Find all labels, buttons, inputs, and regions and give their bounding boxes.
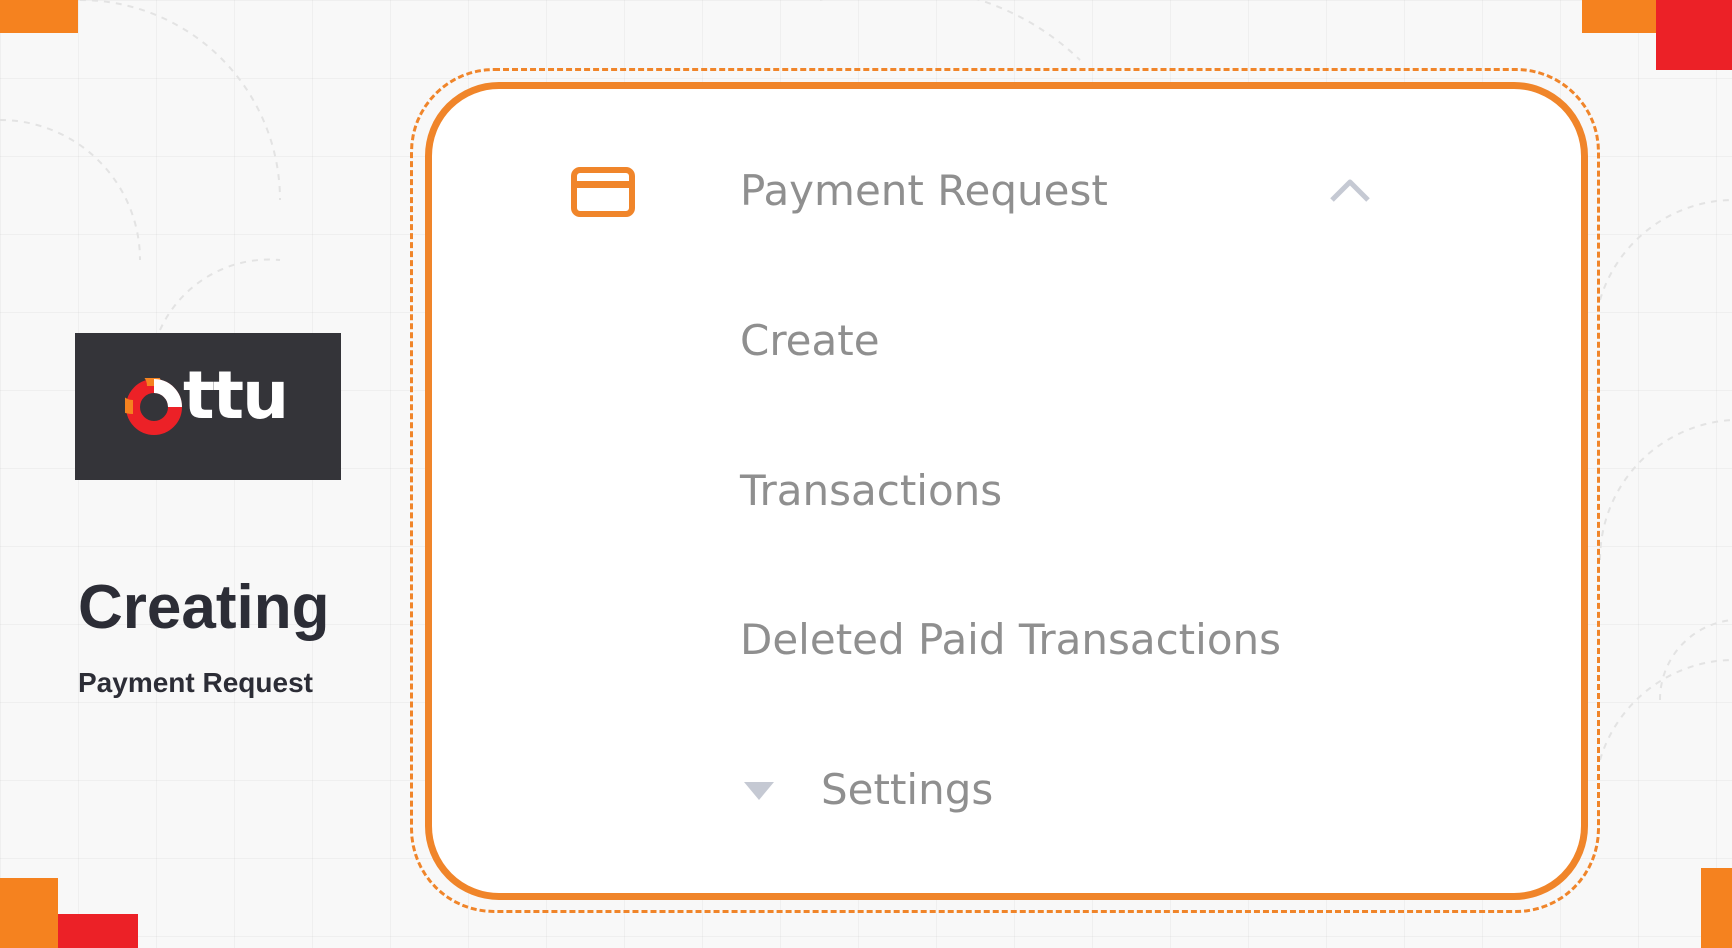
ottu-logo: ttu	[75, 333, 341, 480]
corner-accent-bottom-right	[1701, 868, 1732, 948]
corner-accent-bottom-left-orange	[0, 878, 58, 948]
page-subtitle: Payment Request	[78, 667, 313, 698]
corner-accent-top-right-orange	[1582, 0, 1662, 33]
menu-header-payment-request[interactable]: Payment Request	[740, 170, 1108, 212]
menu-item-deleted-paid-transactions[interactable]: Deleted Paid Transactions	[740, 619, 1281, 661]
corner-accent-bottom-left-red	[58, 914, 138, 948]
credit-card-icon	[571, 167, 635, 217]
caret-down-icon[interactable]	[742, 780, 776, 802]
corner-accent-top-right-red	[1656, 0, 1732, 70]
menu-item-create[interactable]: Create	[740, 320, 880, 362]
chevron-up-icon[interactable]	[1328, 176, 1372, 204]
ottu-logo-mark	[125, 378, 182, 435]
menu-item-transactions[interactable]: Transactions	[740, 470, 1002, 512]
corner-accent-top-left	[0, 0, 78, 33]
logo-wordmark: ttu	[183, 357, 289, 434]
menu-item-settings[interactable]: Settings	[821, 769, 993, 811]
page-title: Creating	[78, 573, 330, 642]
